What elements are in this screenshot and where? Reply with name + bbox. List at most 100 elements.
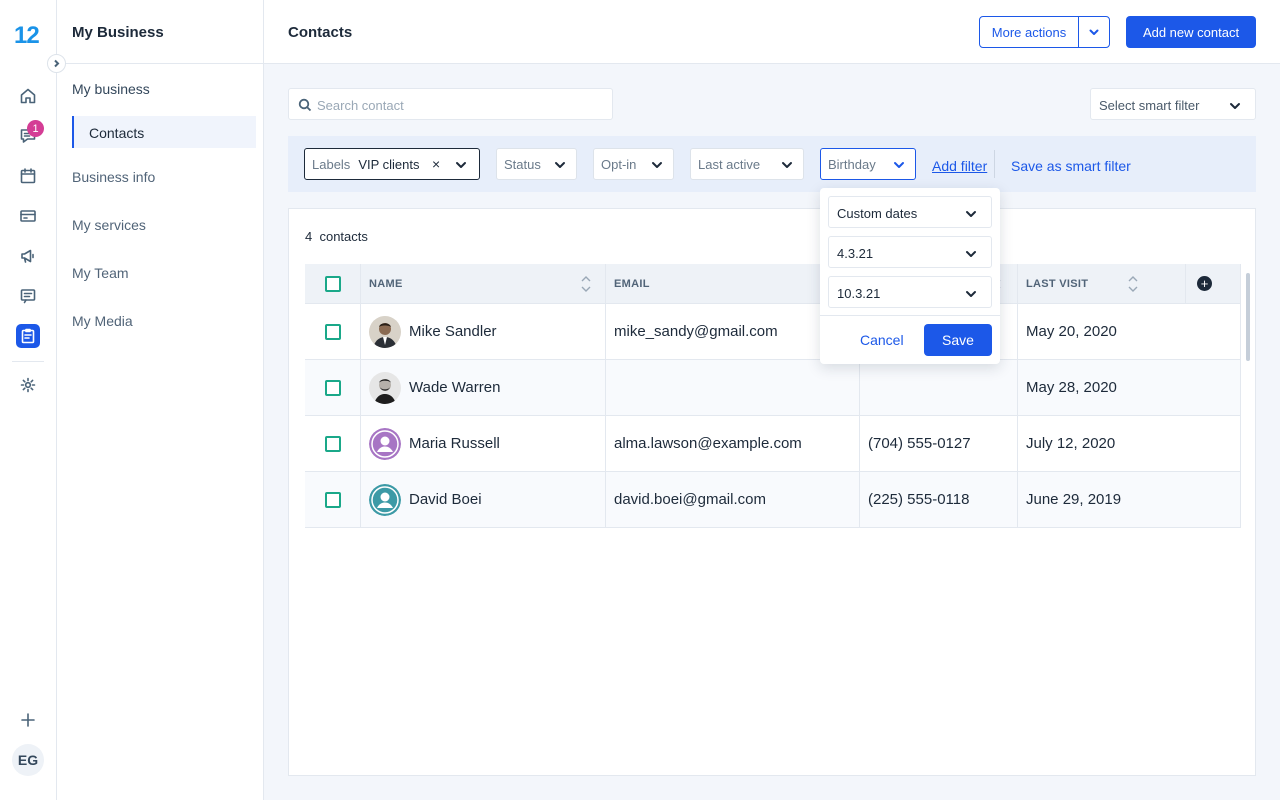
notification-badge: 1 (27, 120, 44, 137)
home-icon[interactable] (16, 84, 40, 108)
table-header: NAME EMAIL LAST VISIT + (305, 264, 1240, 304)
smart-filter-placeholder: Select smart filter (1099, 98, 1200, 113)
end-date-select[interactable]: 10.3.21 (828, 276, 992, 308)
sidebar-item-my-team[interactable]: My Team (72, 265, 129, 281)
top-bar: Contacts More actions Add new contact (264, 0, 1280, 64)
chevron-right-icon (54, 59, 60, 68)
row-checkbox[interactable] (325, 324, 341, 340)
column-header-name[interactable]: NAME (369, 278, 403, 290)
cancel-button[interactable]: Cancel (860, 332, 904, 348)
sidebar-collapse-toggle[interactable] (47, 54, 66, 73)
end-date-value: 10.3.21 (837, 286, 881, 301)
chevron-down-icon (966, 251, 976, 257)
row-checkbox[interactable] (325, 436, 341, 452)
chevron-down-icon (555, 162, 565, 168)
column-divider (1240, 264, 1241, 528)
birthday-filter-popup: Custom dates 4.3.21 10.3.21 Cancel Save (820, 188, 1000, 364)
row-checkbox[interactable] (325, 380, 341, 396)
page-title: Contacts (288, 24, 353, 41)
add-new-contact-button[interactable]: Add new contact (1126, 16, 1256, 48)
birthday-filter[interactable]: Birthday (820, 148, 916, 180)
contact-email: david.boei@gmail.com (614, 491, 766, 508)
status-filter-label: Status (504, 156, 541, 172)
contacts-count-label: contacts (319, 229, 368, 244)
settings-gear-icon[interactable] (16, 373, 40, 397)
add-filter-link[interactable]: Add filter (932, 158, 987, 174)
birthday-filter-label: Birthday (828, 156, 876, 172)
table-scrollbar[interactable] (1246, 273, 1250, 361)
table-row[interactable]: Mike Sandler mike_sandy@gmail.com May 20… (305, 304, 1240, 360)
column-header-last-visit[interactable]: LAST VISIT (1026, 278, 1088, 290)
filter-divider (994, 150, 995, 178)
megaphone-icon[interactable] (16, 244, 40, 268)
app-logo[interactable]: 12 (14, 22, 40, 50)
sidebar-item-my-services[interactable]: My services (72, 217, 146, 233)
contact-name[interactable]: David Boei (409, 491, 482, 508)
date-range-value: Custom dates (837, 206, 918, 221)
contacts-count-number: 4 (305, 229, 313, 244)
chevron-down-icon (456, 162, 466, 168)
status-filter[interactable]: Status (496, 148, 577, 180)
sidebar-item-contacts[interactable]: Contacts (72, 116, 256, 148)
sidebar-item-my-business[interactable]: My business (72, 81, 150, 97)
add-column-icon[interactable]: + (1197, 276, 1212, 291)
chevron-down-icon (782, 162, 792, 168)
chevron-up-icon (894, 162, 904, 168)
sort-icon[interactable] (1128, 274, 1138, 294)
search-icon (298, 98, 312, 112)
table-row[interactable]: Wade Warren May 28, 2020 (305, 360, 1240, 416)
optin-filter[interactable]: Opt-in (593, 148, 674, 180)
contacts-clipboard-icon[interactable] (16, 324, 40, 348)
last-active-filter[interactable]: Last active (690, 148, 804, 180)
contact-avatar (369, 316, 401, 348)
sidebar-item-my-media[interactable]: My Media (72, 313, 133, 329)
rail-divider (12, 361, 44, 362)
icon-rail: 12 1 EG (0, 0, 57, 800)
contact-last-visit: May 28, 2020 (1026, 379, 1117, 396)
select-all-checkbox[interactable] (325, 276, 341, 292)
calendar-icon[interactable] (16, 164, 40, 188)
contacts-card: 4 contacts NAME EMAIL LAST VISIT + Mike … (288, 208, 1256, 776)
chevron-down-icon (1230, 103, 1240, 109)
contact-avatar-placeholder-icon (369, 484, 401, 516)
plus-icon[interactable] (16, 708, 40, 732)
contact-avatar (369, 372, 401, 404)
contact-last-visit: May 20, 2020 (1026, 323, 1117, 340)
column-divider (360, 264, 361, 528)
start-date-select[interactable]: 4.3.21 (828, 236, 992, 268)
last-active-filter-label: Last active (698, 156, 761, 172)
contact-name[interactable]: Mike Sandler (409, 323, 497, 340)
payments-icon[interactable] (16, 204, 40, 228)
clear-filter-icon[interactable]: × (432, 156, 440, 172)
save-smart-filter-link[interactable]: Save as smart filter (1011, 158, 1131, 174)
popup-divider (820, 315, 1000, 316)
sidebar-item-business-info[interactable]: Business info (72, 169, 155, 185)
smart-filter-select[interactable]: Select smart filter (1090, 88, 1256, 120)
sort-icon[interactable] (581, 274, 591, 294)
date-range-select[interactable]: Custom dates (828, 196, 992, 228)
row-checkbox[interactable] (325, 492, 341, 508)
chevron-down-icon (1089, 29, 1099, 35)
search-input[interactable]: Search contact (288, 88, 613, 120)
more-actions-dropdown-button[interactable] (1078, 16, 1110, 48)
contact-phone: (225) 555-0118 (868, 491, 970, 508)
more-actions-button[interactable]: More actions (979, 16, 1079, 48)
save-button[interactable]: Save (924, 324, 992, 356)
search-placeholder: Search contact (317, 98, 404, 113)
column-header-email[interactable]: EMAIL (614, 278, 650, 290)
reviews-icon[interactable] (16, 284, 40, 308)
table-row[interactable]: Maria Russell alma.lawson@example.com (7… (305, 416, 1240, 472)
table-row[interactable]: David Boei david.boei@gmail.com (225) 55… (305, 472, 1240, 528)
labels-filter[interactable]: Labels VIP clients × (304, 148, 480, 180)
start-date-value: 4.3.21 (837, 246, 874, 261)
chevron-down-icon (652, 162, 662, 168)
user-avatar[interactable]: EG (12, 744, 44, 776)
contact-last-visit: July 12, 2020 (1026, 435, 1116, 452)
contact-name[interactable]: Maria Russell (409, 435, 500, 452)
labels-filter-label: Labels (312, 156, 351, 172)
sidebar-divider (57, 63, 264, 64)
column-divider (605, 264, 606, 528)
chevron-down-icon (966, 291, 976, 297)
chevron-down-icon (966, 211, 976, 217)
contact-name[interactable]: Wade Warren (409, 379, 500, 396)
